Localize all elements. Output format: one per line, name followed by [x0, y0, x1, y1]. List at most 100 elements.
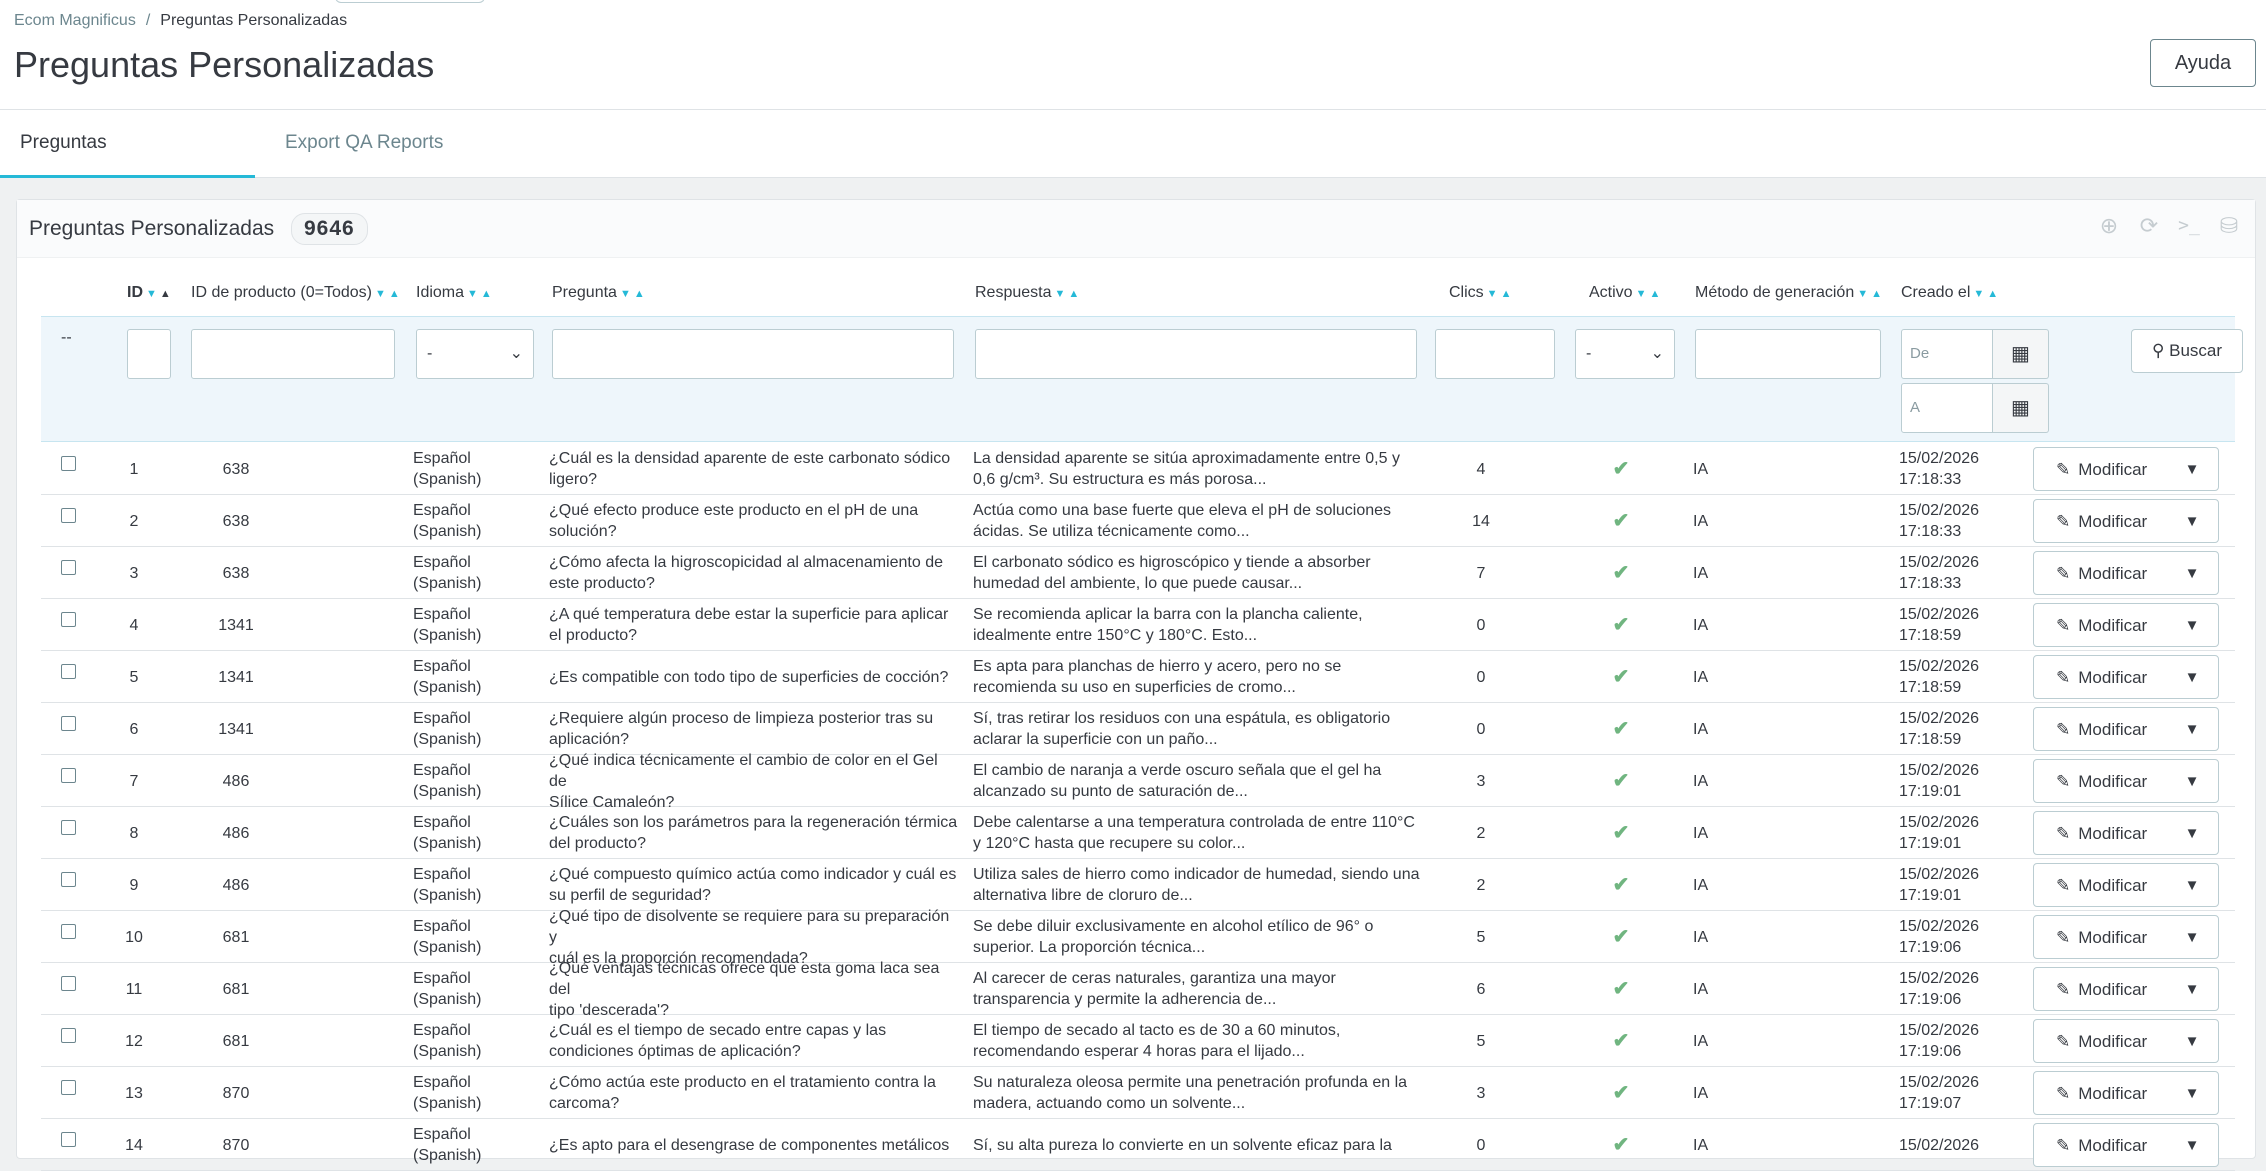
panel-header: Preguntas Personalizadas 9646 ⊕ ⟳ >_ ⛁ — [17, 200, 2255, 258]
refresh-icon[interactable]: ⟳ — [2137, 214, 2161, 238]
caret-down-icon[interactable]: ▼ — [2166, 1135, 2218, 1156]
modify-button[interactable]: ✎ Modificar — [2034, 1031, 2166, 1052]
modify-button[interactable]: ✎ Modificar — [2034, 459, 2166, 480]
caret-down-icon[interactable]: ▼ — [2166, 459, 2218, 480]
sort-desc-icon[interactable]: ▼ — [1636, 288, 1647, 300]
row-id: 9 — [129, 876, 139, 894]
tab-export-qa-reports[interactable]: Export QA Reports — [265, 110, 463, 178]
filter-answer-input[interactable] — [975, 329, 1417, 379]
sort-asc-icon[interactable]: ▲ — [160, 288, 171, 300]
sort-asc-icon[interactable]: ▲ — [481, 288, 492, 300]
breadcrumb-parent-link[interactable]: Ecom Magnificus — [14, 12, 136, 29]
filter-method-input[interactable] — [1695, 329, 1881, 379]
sort-desc-icon[interactable]: ▼ — [1857, 288, 1868, 300]
modify-button[interactable]: ✎ Modificar — [2034, 511, 2166, 532]
calendar-icon[interactable]: ▦ — [1993, 383, 2049, 433]
row-checkbox[interactable] — [61, 651, 77, 703]
caret-down-icon[interactable]: ▼ — [2166, 875, 2218, 896]
modify-button[interactable]: ✎ Modificar — [2034, 615, 2166, 636]
filter-active-select[interactable]: - ⌄ — [1575, 329, 1675, 379]
filter-product-id-input[interactable] — [191, 329, 395, 379]
check-icon[interactable]: ✔ — [1601, 1067, 1641, 1119]
modify-button[interactable]: ✎ Modificar — [2034, 823, 2166, 844]
sort-desc-icon[interactable]: ▼ — [146, 288, 157, 300]
date-from-input[interactable]: De — [1901, 329, 1993, 379]
check-icon[interactable]: ✔ — [1601, 651, 1641, 703]
database-icon[interactable]: ⛁ — [2217, 214, 2241, 238]
modify-button[interactable]: ✎ Modificar — [2034, 719, 2166, 740]
row-checkbox[interactable] — [61, 443, 77, 495]
row-checkbox[interactable] — [61, 1067, 77, 1119]
filter-id-input[interactable] — [127, 329, 171, 379]
check-icon[interactable]: ✔ — [1601, 963, 1641, 1015]
help-button[interactable]: Ayuda — [2150, 39, 2256, 87]
sort-asc-icon[interactable]: ▲ — [1987, 288, 1998, 300]
terminal-icon[interactable]: >_ — [2177, 214, 2201, 238]
row-method: IA — [1693, 564, 1709, 582]
caret-down-icon[interactable]: ▼ — [2166, 823, 2218, 844]
row-checkbox[interactable] — [61, 859, 77, 911]
row-checkbox[interactable] — [61, 807, 77, 859]
sort-asc-icon[interactable]: ▲ — [389, 288, 400, 300]
modify-button[interactable]: ✎ Modificar — [2034, 927, 2166, 948]
answer-line-2: idealmente entre 150°C y 180°C. Esto... — [973, 627, 1258, 644]
check-icon[interactable]: ✔ — [1601, 807, 1641, 859]
check-icon[interactable]: ✔ — [1601, 1015, 1641, 1067]
modify-button[interactable]: ✎ Modificar — [2034, 771, 2166, 792]
check-icon[interactable]: ✔ — [1601, 911, 1641, 963]
sort-desc-icon[interactable]: ▼ — [1487, 288, 1498, 300]
sort-asc-icon[interactable]: ▲ — [1649, 288, 1660, 300]
row-checkbox[interactable] — [61, 1015, 77, 1067]
filter-language-select[interactable]: - ⌄ — [416, 329, 534, 379]
caret-down-icon[interactable]: ▼ — [2166, 1083, 2218, 1104]
tab-preguntas-personalizadas[interactable]: Preguntas Personalizadas — [0, 110, 255, 219]
check-icon[interactable]: ✔ — [1601, 755, 1641, 807]
filter-question-input[interactable] — [552, 329, 954, 379]
modify-button[interactable]: ✎ Modificar — [2034, 979, 2166, 1000]
caret-down-icon[interactable]: ▼ — [2166, 979, 2218, 1000]
sort-asc-icon[interactable]: ▲ — [1501, 288, 1512, 300]
check-icon[interactable]: ✔ — [1601, 859, 1641, 911]
row-checkbox[interactable] — [61, 703, 77, 755]
modify-button[interactable]: ✎ Modificar — [2034, 667, 2166, 688]
filter-clicks-input[interactable] — [1435, 329, 1555, 379]
caret-down-icon[interactable]: ▼ — [2166, 563, 2218, 584]
check-icon[interactable]: ✔ — [1601, 599, 1641, 651]
sort-desc-icon[interactable]: ▼ — [467, 288, 478, 300]
caret-down-icon[interactable]: ▼ — [2166, 927, 2218, 948]
sort-asc-icon[interactable]: ▲ — [1068, 288, 1079, 300]
caret-down-icon[interactable]: ▼ — [2166, 719, 2218, 740]
check-icon[interactable]: ✔ — [1601, 547, 1641, 599]
modify-button[interactable]: ✎ Modificar — [2034, 1135, 2166, 1156]
check-icon[interactable]: ✔ — [1601, 1119, 1641, 1171]
caret-down-icon[interactable]: ▼ — [2166, 667, 2218, 688]
modify-button[interactable]: ✎ Modificar — [2034, 563, 2166, 584]
row-checkbox[interactable] — [61, 547, 77, 599]
sort-desc-icon[interactable]: ▼ — [375, 288, 386, 300]
caret-down-icon[interactable]: ▼ — [2166, 511, 2218, 532]
search-button[interactable]: ⚲ Buscar — [2131, 329, 2243, 373]
sort-desc-icon[interactable]: ▼ — [620, 288, 631, 300]
caret-down-icon[interactable]: ▼ — [2166, 1031, 2218, 1052]
sort-asc-icon[interactable]: ▲ — [634, 288, 645, 300]
row-checkbox[interactable] — [61, 495, 77, 547]
row-checkbox[interactable] — [61, 755, 77, 807]
sort-asc-icon[interactable]: ▲ — [1871, 288, 1882, 300]
calendar-icon[interactable]: ▦ — [1993, 329, 2049, 379]
modify-button[interactable]: ✎ Modificar — [2034, 1083, 2166, 1104]
sort-desc-icon[interactable]: ▼ — [1055, 288, 1066, 300]
row-checkbox[interactable] — [61, 1119, 77, 1171]
modify-button[interactable]: ✎ Modificar — [2034, 875, 2166, 896]
row-method: IA — [1693, 1032, 1709, 1050]
caret-down-icon[interactable]: ▼ — [2166, 615, 2218, 636]
plus-circle-icon[interactable]: ⊕ — [2097, 214, 2121, 238]
caret-down-icon[interactable]: ▼ — [2166, 771, 2218, 792]
check-icon[interactable]: ✔ — [1601, 443, 1641, 495]
row-checkbox[interactable] — [61, 963, 77, 1015]
check-icon[interactable]: ✔ — [1601, 495, 1641, 547]
sort-desc-icon[interactable]: ▼ — [1973, 288, 1984, 300]
row-checkbox[interactable] — [61, 599, 77, 651]
check-icon[interactable]: ✔ — [1601, 703, 1641, 755]
date-to-input[interactable]: A — [1901, 383, 1993, 433]
row-checkbox[interactable] — [61, 911, 77, 963]
